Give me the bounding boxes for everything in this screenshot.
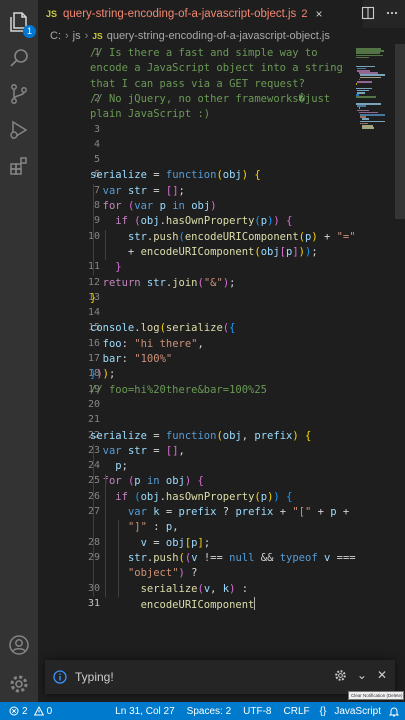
- indent-guide: [92, 183, 94, 276]
- warning-icon: [33, 706, 44, 716]
- javascript-file-icon: JS: [46, 9, 58, 19]
- code-line[interactable]: encodeURIComponent: [90, 596, 256, 613]
- code-line[interactable]: + encodeURIComponent(obj[p]));: [90, 245, 318, 260]
- scrollbar-thumb[interactable]: [395, 44, 405, 219]
- cursor-position[interactable]: Ln 31, Col 27: [115, 706, 175, 717]
- minimap-line: [356, 96, 376, 98]
- code-line[interactable]: serialize = function(obj, prefix) {: [90, 429, 311, 444]
- close-icon[interactable]: ×: [315, 7, 322, 21]
- code-line[interactable]: if (obj.hasOwnProperty(p)) {: [90, 490, 292, 505]
- split-editor-icon[interactable]: [361, 6, 375, 25]
- notification-actions: ⌄ ✕: [334, 668, 387, 682]
- activity-bar: 1: [0, 0, 38, 702]
- code-line[interactable]: }));: [90, 367, 115, 382]
- indent-guide: [92, 443, 94, 597]
- code-editor[interactable]: 1 2 3 4 5 6 7 8 9 10 11 12 13 14 15 16 17 18 19 20 21 22 23 24 2…: [38, 44, 405, 702]
- code-line[interactable]: for (p in obj) {: [90, 474, 204, 489]
- notification-toast: Typing! ⌄ ✕: [45, 660, 395, 694]
- code-line[interactable]: // Is there a fast and simple way to: [90, 46, 318, 61]
- code-line[interactable]: for (var p in obj): [90, 199, 217, 214]
- gear-icon[interactable]: [334, 669, 347, 682]
- error-count: 2: [22, 705, 28, 717]
- indent-guide: [105, 229, 107, 261]
- language-mode[interactable]: JavaScript: [334, 706, 381, 717]
- code-area[interactable]: // Is there a fast and simple way to enco…: [90, 44, 356, 702]
- close-icon[interactable]: ✕: [377, 668, 387, 682]
- status-bar: 2 0 Ln 31, Col 27 Spaces: 2 UTF-8 CRLF {…: [0, 702, 405, 720]
- tab-problem-count: 2: [301, 8, 308, 20]
- source-control-icon[interactable]: [7, 82, 31, 106]
- code-line[interactable]: serialize = function(obj) {: [90, 168, 261, 183]
- search-icon[interactable]: [7, 46, 31, 70]
- breadcrumb: C: › js › JS query-string-encoding-of-a-…: [38, 28, 405, 44]
- more-actions-icon[interactable]: [385, 6, 399, 25]
- account-icon[interactable]: [7, 633, 31, 657]
- code-line[interactable]: }: [90, 260, 121, 275]
- status-right-items: Ln 31, Col 27 Spaces: 2 UTF-8 CRLF {} Ja…: [106, 702, 399, 720]
- code-line[interactable]: return str.join("&");: [90, 276, 236, 291]
- code-line[interactable]: str.push(encodeURIComponent(p) + "=": [90, 230, 356, 245]
- indent-guide: [117, 520, 119, 597]
- chevron-down-icon[interactable]: ⌄: [357, 668, 367, 682]
- code-line[interactable]: foo: "hi there",: [90, 337, 204, 352]
- tab-filename: query-string-encoding-of-a-javascript-ob…: [63, 8, 297, 20]
- problems-indicator[interactable]: 2 0: [9, 706, 52, 717]
- bell-icon[interactable]: [389, 706, 399, 717]
- code-line[interactable]: var str = [],: [90, 444, 185, 459]
- code-line[interactable]: plain JavaScript :): [90, 107, 210, 122]
- breadcrumb-drive[interactable]: C:: [50, 30, 61, 42]
- end-of-line[interactable]: CRLF: [284, 706, 310, 717]
- minimap-line: [357, 81, 373, 83]
- minimap-line: [360, 76, 382, 79]
- minimap-line: [356, 56, 370, 59]
- notification-message: Typing!: [75, 670, 114, 684]
- editor-tab[interactable]: JS query-string-encoding-of-a-javascript…: [38, 0, 363, 28]
- code-line[interactable]: p;: [90, 459, 128, 474]
- tab-bar: JS query-string-encoding-of-a-javascript…: [38, 0, 405, 28]
- code-line[interactable]: // foo=hi%20there&bar=100%25: [90, 383, 267, 398]
- chevron-right-icon: ›: [84, 30, 89, 42]
- editor-actions: [361, 6, 399, 25]
- text-cursor: [254, 596, 256, 610]
- code-line[interactable]: var k = prefix ? prefix + "[" + p +: [90, 505, 349, 520]
- warning-count: 0: [46, 705, 53, 717]
- explorer-badge: 1: [22, 25, 36, 38]
- indentation[interactable]: Spaces: 2: [187, 706, 231, 717]
- code-line[interactable]: // No jQuery, no other frameworks�just: [90, 92, 330, 107]
- chevron-right-icon: ›: [65, 30, 69, 42]
- run-debug-icon[interactable]: [7, 118, 31, 142]
- minimap-line: [361, 127, 375, 129]
- encoding[interactable]: UTF-8: [243, 706, 271, 717]
- code-line[interactable]: bar: "100%": [90, 352, 173, 367]
- explorer-icon[interactable]: 1: [7, 10, 36, 38]
- braces-icon[interactable]: {}: [320, 706, 327, 717]
- clear-notification-tooltip: Clear Notification (Delete): [348, 691, 404, 700]
- error-icon: [9, 706, 19, 716]
- code-line[interactable]: if (obj.hasOwnProperty(p)) {: [90, 214, 292, 229]
- code-line[interactable]: v = obj[p];: [90, 536, 211, 551]
- breadcrumb-folder[interactable]: js: [73, 30, 81, 42]
- extensions-icon[interactable]: [7, 154, 31, 178]
- code-line[interactable]: encode a JavaScript object into a string: [90, 61, 343, 76]
- info-icon: [53, 670, 67, 684]
- code-line[interactable]: str.push((v !== null && typeof v ===: [90, 551, 356, 566]
- minimap-line: [356, 83, 357, 85]
- javascript-file-icon: JS: [92, 31, 103, 41]
- code-line[interactable]: var str = [];: [90, 184, 185, 199]
- minimap[interactable]: [352, 44, 405, 702]
- manage-gear-icon[interactable]: [7, 672, 31, 696]
- code-line[interactable]: "]" : p,: [90, 520, 179, 535]
- indent-guide: [105, 474, 107, 597]
- breadcrumb-file[interactable]: query-string-encoding-of-a-javascript-ob…: [107, 30, 330, 42]
- code-line[interactable]: that I can pass via a GET request?: [90, 77, 305, 92]
- code-line[interactable]: }: [90, 291, 96, 306]
- code-line[interactable]: serialize(v, k) :: [90, 582, 249, 597]
- code-line[interactable]: console.log(serialize({: [90, 321, 235, 336]
